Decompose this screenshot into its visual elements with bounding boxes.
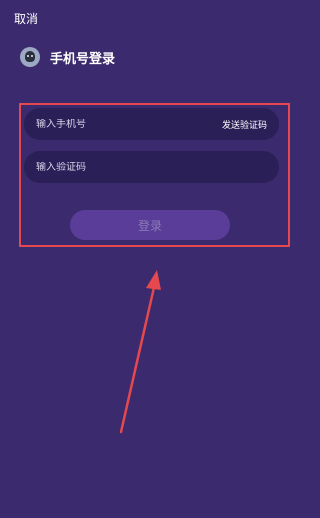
avatar-eye-right xyxy=(31,55,33,57)
page-title: 手机号登录 xyxy=(50,51,116,67)
code-field xyxy=(24,151,279,183)
avatar xyxy=(20,47,40,67)
annotation-arrow-icon xyxy=(119,270,161,434)
phone-input[interactable] xyxy=(36,118,222,130)
code-input[interactable] xyxy=(36,161,267,173)
avatar-eye-left xyxy=(27,55,29,57)
send-code-button[interactable]: 发送验证码 xyxy=(222,118,267,131)
login-button[interactable]: 登录 xyxy=(70,210,230,240)
cancel-button[interactable]: 取消 xyxy=(14,10,38,27)
header: 手机号登录 xyxy=(20,46,115,68)
phone-field: 发送验证码 xyxy=(24,108,279,140)
